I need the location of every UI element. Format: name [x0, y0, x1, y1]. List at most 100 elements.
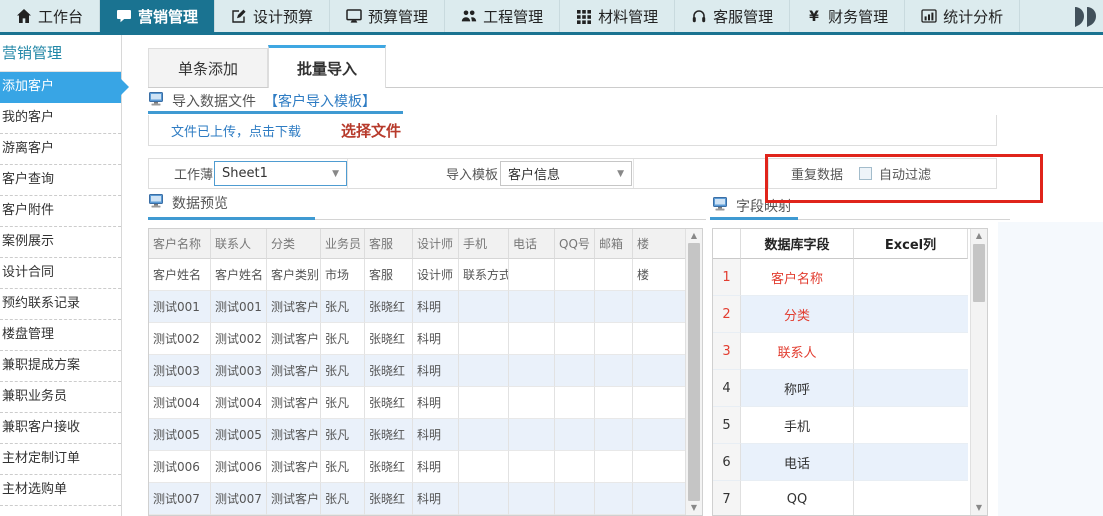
mapping-excel-cell[interactable] [854, 407, 968, 444]
mapping-excel-cell[interactable] [854, 333, 968, 370]
preview-cell [555, 451, 595, 483]
preview-cell [633, 419, 687, 451]
mapping-scrollbar[interactable]: ▲ ▼ [970, 229, 987, 515]
nav-item-label: 客服管理 [713, 6, 773, 27]
sidebar-item-7[interactable]: 设计合同 [0, 258, 121, 289]
preview-cell [509, 451, 555, 483]
sidebar-item-8[interactable]: 预约联系记录 [0, 289, 121, 320]
preview-cell: 张晓红 [365, 387, 413, 419]
nav-item-label: 工作台 [38, 6, 83, 27]
workbook-cell: 工作薄 Sheet1 ▼ [149, 159, 348, 188]
preview-cell [509, 419, 555, 451]
preview-cell: 科明 [413, 451, 459, 483]
sidebar-item-1[interactable]: 添加客户 [0, 72, 121, 103]
import-file-section-header: 导入数据文件 【客户导入模板】 [148, 91, 376, 111]
preview-cell: 测试003 [149, 355, 211, 387]
section-title: 数据预览 [172, 193, 228, 213]
preview-cell: 市场 [321, 259, 365, 291]
preview-cell: 测试006 [211, 451, 267, 483]
chevron-down-icon: ▼ [617, 169, 624, 179]
sidebar-item-14[interactable]: 主材选购单 [0, 475, 121, 506]
preview-cell [509, 291, 555, 323]
grid-icon [576, 8, 592, 24]
autofilter-checkbox[interactable] [859, 167, 872, 180]
scroll-down-icon[interactable]: ▼ [971, 501, 987, 515]
preview-cell: 测试客户 [267, 387, 321, 419]
preview-cell [595, 259, 633, 291]
nav-item-9[interactable]: 统计分析 [905, 0, 1020, 32]
preview-cell [459, 387, 509, 419]
tab-batch-import[interactable]: 批量导入 [268, 45, 386, 88]
workbook-select[interactable]: Sheet1 ▼ [214, 161, 347, 186]
monitor-icon [346, 8, 362, 24]
mapping-excel-cell[interactable] [854, 444, 968, 481]
nav-item-7[interactable]: 客服管理 [675, 0, 790, 32]
partial-nav-icon[interactable] [1057, 0, 1103, 32]
preview-header-cell: 客服 [365, 229, 413, 259]
preview-cell [633, 291, 687, 323]
sidebar-item-11[interactable]: 兼职业务员 [0, 382, 121, 413]
mapping-excel-cell[interactable] [854, 370, 968, 407]
scrollbar-thumb[interactable] [688, 243, 700, 501]
customer-import-template-link[interactable]: 【客户导入模板】 [264, 91, 376, 111]
preview-cell: 张晓红 [365, 291, 413, 323]
nav-item-6[interactable]: 材料管理 [560, 0, 675, 32]
nav-item-8[interactable]: ¥财务管理 [790, 0, 905, 32]
mapping-db-field: QQ [741, 481, 854, 516]
spacer-cell [634, 159, 769, 188]
nav-item-4[interactable]: 预算管理 [330, 0, 445, 32]
preview-cell: 张凡 [321, 355, 365, 387]
tab-single-add[interactable]: 单条添加 [148, 48, 268, 88]
mapping-header-db: 数据库字段 [741, 229, 854, 259]
scroll-up-icon[interactable]: ▲ [971, 229, 987, 243]
mapping-excel-cell[interactable] [854, 296, 968, 333]
computer-icon [148, 92, 164, 110]
choose-file-button[interactable]: 选择文件 [341, 120, 401, 141]
duplicate-data-label: 重复数据 [791, 164, 843, 183]
mapping-header-excel: Excel列 [854, 229, 968, 259]
scroll-up-icon[interactable]: ▲ [686, 229, 702, 243]
preview-cell: 张凡 [321, 323, 365, 355]
preview-cell: 测试客户 [267, 483, 321, 515]
sidebar-item-9[interactable]: 楼盘管理 [0, 320, 121, 351]
preview-cell: 联系方式 [459, 259, 509, 291]
sidebar-item-10[interactable]: 兼职提成方案 [0, 351, 121, 382]
preview-field-row: 客户姓名客户姓名客户类别市场客服设计师联系方式楼 [149, 259, 702, 291]
preview-cell: 科明 [413, 387, 459, 419]
sidebar-item-4[interactable]: 客户查询 [0, 165, 121, 196]
mapping-excel-cell[interactable] [854, 481, 968, 516]
sidebar-item-6[interactable]: 案例展示 [0, 227, 121, 258]
nav-item-1[interactable]: 工作台 [0, 0, 100, 32]
sidebar-item-12[interactable]: 兼职客户接收 [0, 413, 121, 444]
mapping-row-3: 3联系人 [713, 333, 987, 370]
field-mapping-table: 数据库字段Excel列1客户名称2分类3联系人4称呼5手机6电话7QQ ▲ ▼ [712, 228, 988, 516]
preview-cell [633, 355, 687, 387]
mapping-excel-cell[interactable] [854, 259, 968, 296]
nav-item-5[interactable]: 工程管理 [445, 0, 560, 32]
sidebar-item-13[interactable]: 主材定制订单 [0, 444, 121, 475]
preview-scrollbar[interactable]: ▲ ▼ [685, 229, 702, 515]
sidebar-item-2[interactable]: 我的客户 [0, 103, 121, 134]
computer-icon [148, 194, 164, 212]
nav-item-label: 统计分析 [943, 6, 1003, 27]
headset-icon [691, 8, 707, 24]
file-uploaded-download-link[interactable]: 文件已上传，点击下载 [171, 121, 301, 140]
sidebar-item-3[interactable]: 游离客户 [0, 134, 121, 165]
mapping-db-field: 客户名称 [741, 259, 854, 296]
template-select[interactable]: 客户信息 ▼ [500, 161, 632, 186]
scrollbar-thumb[interactable] [973, 244, 985, 302]
preview-cell [595, 355, 633, 387]
section-title: 字段映射 [736, 196, 792, 216]
nav-item-label: 工程管理 [483, 6, 543, 27]
duplicate-filter-cell: 重复数据 自动过滤 [769, 159, 996, 188]
mapping-row-number: 2 [713, 296, 741, 333]
preview-cell: 测试007 [149, 483, 211, 515]
preview-cell [459, 419, 509, 451]
scroll-down-icon[interactable]: ▼ [686, 501, 702, 515]
mapping-row-6: 6电话 [713, 444, 987, 481]
mapping-row-1: 1客户名称 [713, 259, 987, 296]
preview-cell [595, 323, 633, 355]
nav-item-3[interactable]: 设计预算 [215, 0, 330, 32]
sidebar-item-5[interactable]: 客户附件 [0, 196, 121, 227]
nav-item-2[interactable]: 营销管理 [100, 0, 215, 32]
